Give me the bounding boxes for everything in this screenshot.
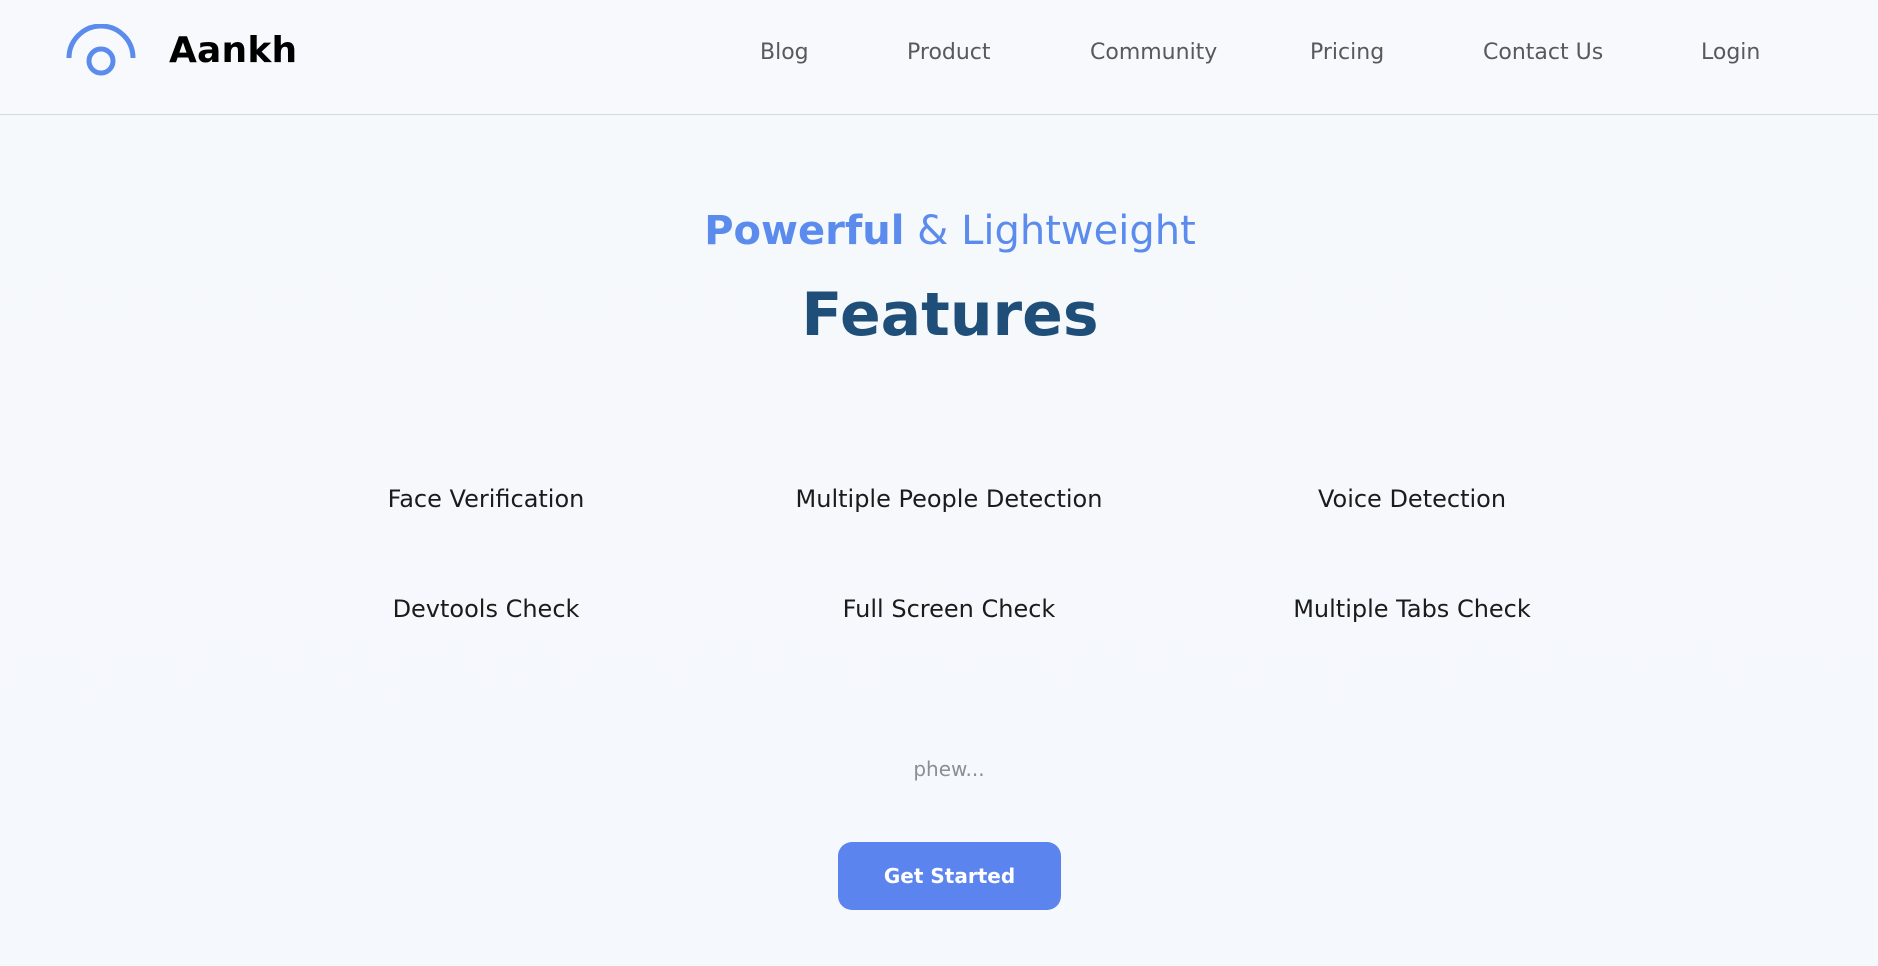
feature-item: Face Verification bbox=[387, 485, 585, 513]
section-subtitle: Powerful & Lightweight bbox=[0, 208, 1878, 254]
eye-arc-icon[interactable] bbox=[64, 23, 138, 80]
site-header: Aankh Blog Product Community Pricing Con… bbox=[0, 0, 1878, 115]
nav-login[interactable]: Login bbox=[1701, 40, 1760, 65]
subtitle-strong: Powerful bbox=[704, 208, 905, 254]
nav-contact-us[interactable]: Contact Us bbox=[1483, 40, 1603, 65]
feature-item: Devtools Check bbox=[392, 595, 580, 623]
feature-item: Multiple People Detection bbox=[795, 485, 1103, 513]
section-title: Features bbox=[801, 280, 1099, 350]
nav-pricing[interactable]: Pricing bbox=[1310, 40, 1384, 65]
nav-community[interactable]: Community bbox=[1090, 40, 1217, 65]
feature-item: Voice Detection bbox=[1317, 485, 1507, 513]
feature-item: Full Screen Check bbox=[842, 595, 1056, 623]
nav-product[interactable]: Product bbox=[907, 40, 991, 65]
subtitle-rest: & Lightweight bbox=[917, 208, 1196, 254]
feature-item: Multiple Tabs Check bbox=[1293, 595, 1531, 623]
nav-blog[interactable]: Blog bbox=[760, 40, 809, 65]
footer-note: phew... bbox=[913, 757, 985, 781]
brand-name[interactable]: Aankh bbox=[169, 30, 297, 71]
get-started-button[interactable]: Get Started bbox=[838, 842, 1061, 910]
